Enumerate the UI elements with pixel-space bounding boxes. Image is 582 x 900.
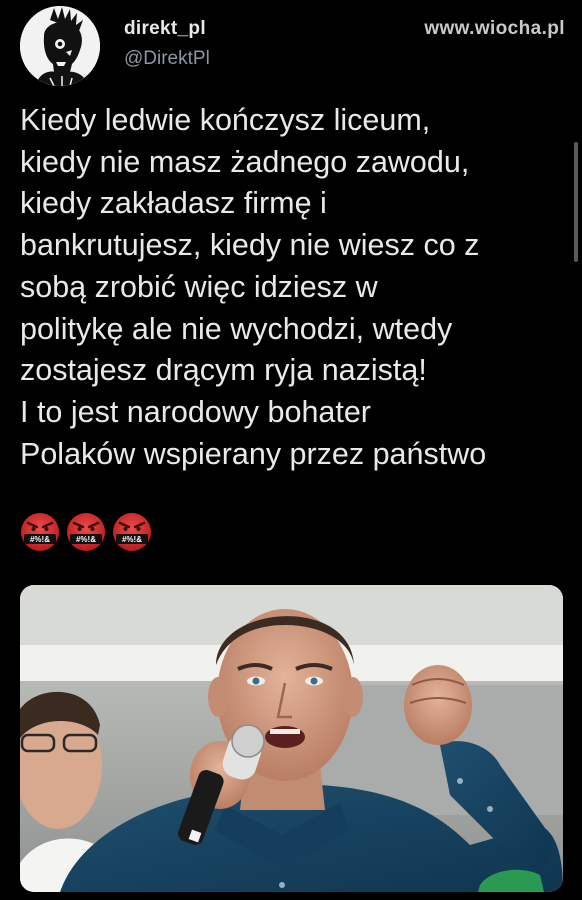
emoji-symbols: #%!&	[76, 535, 96, 544]
face-with-symbols-on-mouth-icon: #%!&	[21, 513, 59, 551]
speaker-photo-illustration	[20, 585, 563, 892]
user-handle[interactable]: @DirektPl	[124, 48, 210, 70]
avatar[interactable]	[20, 6, 100, 86]
face-with-symbols-on-mouth-icon: #%!&	[113, 513, 151, 551]
emoji-symbols: #%!&	[122, 535, 142, 544]
tweet-text: Kiedy ledwie kończysz liceum, kiedy nie …	[20, 103, 487, 471]
display-name[interactable]: direkt_pl	[124, 18, 210, 40]
tweet-photo[interactable]	[20, 585, 563, 892]
face-with-symbols-on-mouth-icon: #%!&	[67, 513, 105, 551]
watermark: www.wiocha.pl	[424, 18, 565, 39]
scrollbar[interactable]	[574, 142, 578, 262]
tweet-header: direkt_pl @DirektPl www.wiocha.pl	[20, 6, 570, 96]
emoji-symbols: #%!&	[30, 535, 50, 544]
punk-skull-logo-icon	[20, 6, 100, 86]
author-block: direkt_pl @DirektPl	[124, 18, 210, 70]
emoji-row: #%!& #%!& #%!&	[20, 512, 152, 558]
